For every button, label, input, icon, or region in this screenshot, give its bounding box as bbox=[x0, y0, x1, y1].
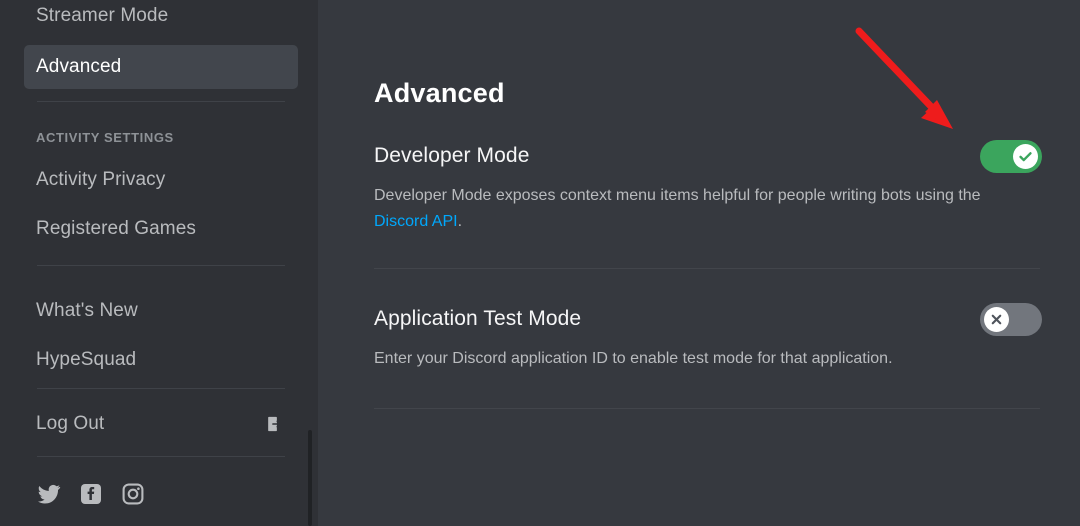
facebook-icon[interactable] bbox=[79, 482, 103, 506]
sidebar-item-label: What's New bbox=[36, 300, 138, 321]
sidebar-divider bbox=[37, 265, 285, 266]
setting-developer-mode: Developer Mode Developer Mode exposes co… bbox=[374, 144, 1040, 235]
instagram-icon[interactable] bbox=[121, 482, 145, 506]
sidebar-item-label: Activity Privacy bbox=[36, 169, 166, 190]
settings-main-panel: Advanced Developer Mode Developer Mode e… bbox=[318, 0, 1080, 526]
sidebar-section-header-activity-settings: ACTIVITY SETTINGS bbox=[36, 130, 174, 145]
setting-application-test-mode: Application Test Mode Enter your Discord… bbox=[374, 307, 1040, 372]
toggle-knob bbox=[1013, 144, 1038, 169]
twitter-icon[interactable] bbox=[37, 482, 61, 506]
settings-sidebar: Streamer Mode Advanced ACTIVITY SETTINGS… bbox=[0, 0, 318, 526]
section-divider bbox=[374, 268, 1040, 269]
application-test-mode-toggle[interactable] bbox=[980, 303, 1042, 336]
discord-api-link[interactable]: Discord API bbox=[374, 213, 458, 230]
sidebar-scrollbar[interactable] bbox=[308, 430, 312, 526]
sidebar-item-advanced[interactable]: Advanced bbox=[24, 45, 298, 89]
sidebar-item-activity-privacy[interactable]: Activity Privacy bbox=[24, 158, 298, 202]
setting-description: Developer Mode exposes context menu item… bbox=[374, 183, 1034, 235]
page-title: Advanced bbox=[374, 78, 505, 108]
sidebar-item-label: Registered Games bbox=[36, 218, 197, 239]
toggle-knob bbox=[984, 307, 1009, 332]
sidebar-item-registered-games[interactable]: Registered Games bbox=[24, 207, 298, 251]
sidebar-divider bbox=[37, 101, 285, 102]
setting-description-text: Developer Mode exposes context menu item… bbox=[374, 187, 981, 204]
sidebar-item-label: HypeSquad bbox=[36, 349, 137, 370]
x-icon bbox=[991, 314, 1002, 325]
setting-description: Enter your Discord application ID to ena… bbox=[374, 350, 893, 367]
sidebar-item-streamer-mode[interactable]: Streamer Mode bbox=[24, 0, 298, 38]
setting-title: Application Test Mode bbox=[374, 307, 582, 330]
section-divider bbox=[374, 408, 1040, 409]
sidebar-item-whats-new[interactable]: What's New bbox=[24, 289, 298, 333]
sidebar-item-label: Streamer Mode bbox=[36, 5, 169, 26]
setting-title: Developer Mode bbox=[374, 144, 530, 167]
check-icon bbox=[1019, 152, 1032, 162]
sidebar-item-log-out[interactable]: Log Out bbox=[24, 402, 298, 446]
sidebar-divider bbox=[37, 388, 285, 389]
discord-settings-window: Streamer Mode Advanced ACTIVITY SETTINGS… bbox=[0, 0, 1080, 526]
sidebar-divider bbox=[37, 456, 285, 457]
sidebar-item-hypesquad[interactable]: HypeSquad bbox=[24, 338, 298, 382]
developer-mode-toggle[interactable] bbox=[980, 140, 1042, 173]
sidebar-item-label: Advanced bbox=[36, 56, 122, 77]
social-links bbox=[37, 482, 145, 506]
setting-description-text-end: . bbox=[457, 213, 463, 230]
sidebar-item-label: Log Out bbox=[36, 413, 105, 434]
logout-arrow-icon bbox=[265, 415, 284, 434]
